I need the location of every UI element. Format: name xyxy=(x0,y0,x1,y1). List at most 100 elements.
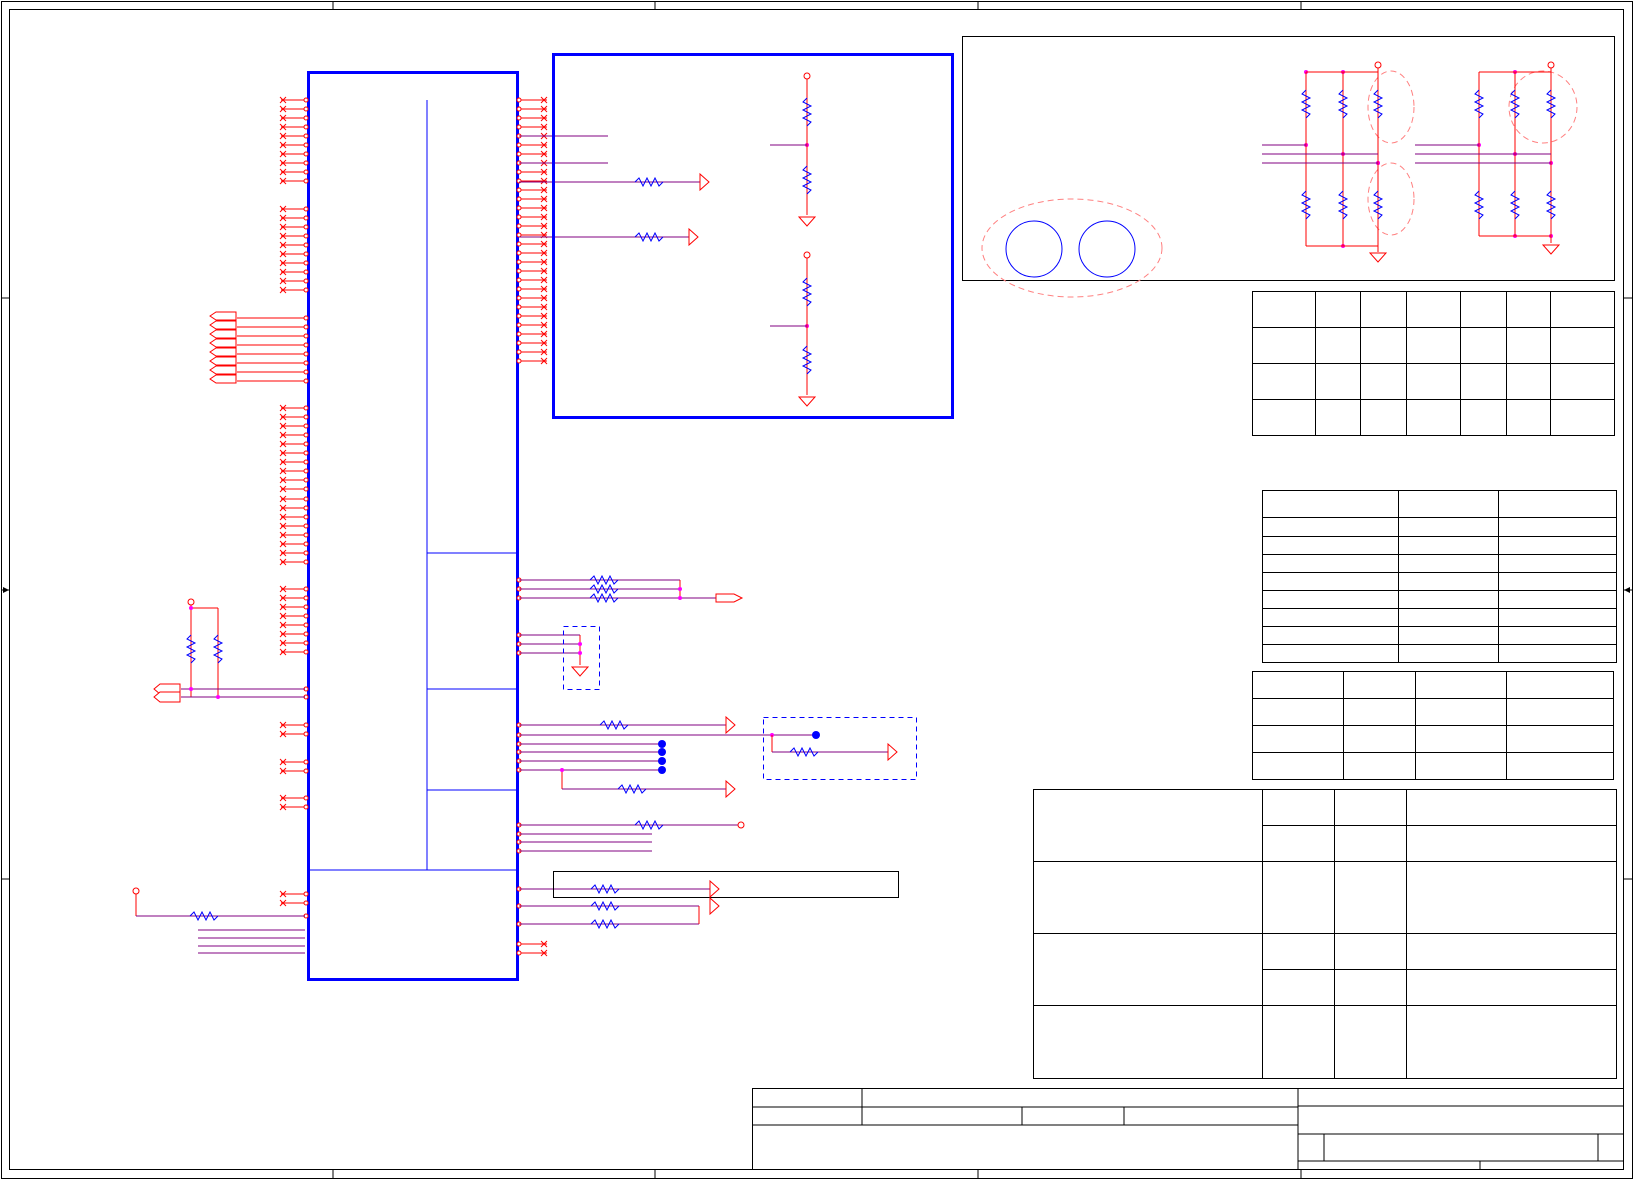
offpage-port-icon xyxy=(209,347,237,357)
ic-pin xyxy=(279,467,309,475)
divider-block xyxy=(552,53,954,419)
ground-icon xyxy=(1368,252,1388,263)
offpage-port-icon xyxy=(209,365,237,375)
ic-pin xyxy=(516,177,548,185)
ic-pin xyxy=(279,540,309,548)
ic-pin xyxy=(279,648,309,656)
power-pin-icon xyxy=(187,598,195,606)
net-junction xyxy=(560,768,564,772)
ic-pin xyxy=(279,286,309,294)
ic-left-pins xyxy=(181,96,309,919)
offpage-port-icon xyxy=(209,374,237,384)
power-pin-icon xyxy=(737,821,745,829)
net-junction xyxy=(678,596,682,600)
offpage-port-icon xyxy=(699,172,710,192)
ic-pin xyxy=(279,404,309,412)
ic-pin xyxy=(279,259,309,267)
offpage-port-icon xyxy=(209,329,237,339)
configuration-tables xyxy=(1033,291,1617,1079)
ic-pin xyxy=(516,150,548,158)
ic-pin xyxy=(279,449,309,457)
offpage-port-icon xyxy=(209,338,237,348)
ground-icon xyxy=(1541,244,1561,255)
ic-pin xyxy=(279,639,309,647)
annotation-box xyxy=(553,871,899,898)
table-grid xyxy=(1262,490,1617,663)
offpage-port-icon xyxy=(209,311,237,321)
top-right-block xyxy=(962,36,1615,298)
ic-pin xyxy=(279,721,309,729)
ic-pin xyxy=(516,294,548,302)
ic-pin xyxy=(516,285,548,293)
ic-pin xyxy=(279,485,309,493)
ic-pin xyxy=(279,132,309,140)
offpage-port-icon xyxy=(725,715,736,735)
offpage-port-icon xyxy=(153,691,181,703)
net-junction xyxy=(216,695,220,699)
schematic-sheet xyxy=(0,0,1634,1180)
ic-pin xyxy=(516,186,548,194)
ic-pin xyxy=(279,549,309,557)
resistors xyxy=(185,89,1557,930)
ic-pin xyxy=(279,612,309,620)
ic-pin xyxy=(516,321,548,329)
ic-pin xyxy=(516,339,548,347)
ic-pin xyxy=(516,258,548,266)
ic-pin xyxy=(237,369,309,375)
offpage-port-icon xyxy=(715,593,744,603)
power-pin-icon xyxy=(1374,61,1382,69)
ic-pin xyxy=(279,150,309,158)
ic-pin xyxy=(516,249,548,257)
test-point-icon xyxy=(658,766,666,774)
ic-pin xyxy=(279,803,309,811)
ground-icon xyxy=(797,396,817,407)
main-ic-block xyxy=(307,71,519,981)
ic-pin xyxy=(279,476,309,484)
ic-pin xyxy=(279,114,309,122)
ic-pin xyxy=(279,241,309,249)
ic-pin xyxy=(237,324,309,330)
offpage-port-icon xyxy=(709,896,720,916)
net-junction xyxy=(578,651,582,655)
ic-pin xyxy=(279,630,309,638)
net-junctions xyxy=(189,70,1553,772)
ic-pin xyxy=(279,141,309,149)
ic-pin xyxy=(279,558,309,566)
ic-pin xyxy=(279,495,309,503)
ic-pin xyxy=(279,413,309,421)
ic-pin xyxy=(516,267,548,275)
power-pin-icon xyxy=(132,887,140,895)
table-grid xyxy=(1033,789,1617,1079)
ic-pin xyxy=(279,458,309,466)
test-point-icon xyxy=(658,748,666,756)
offpage-port-icon xyxy=(688,227,699,247)
ic-pin xyxy=(237,351,309,357)
test-point-icon xyxy=(658,757,666,765)
ic-pin xyxy=(279,767,309,775)
ic-pin xyxy=(279,422,309,430)
net-junction xyxy=(678,587,682,591)
ic-pin xyxy=(279,431,309,439)
ic-pin xyxy=(516,222,548,230)
ic-pin xyxy=(516,96,548,104)
mounting-hole-icon xyxy=(1005,220,1063,278)
ic-pin xyxy=(279,730,309,738)
dashed-groups xyxy=(563,626,917,780)
ic-pin xyxy=(279,603,309,611)
test-point-icon xyxy=(812,731,820,739)
ic-pin xyxy=(279,205,309,213)
grounds xyxy=(570,216,1561,677)
ic-pin xyxy=(516,276,548,284)
mounting-hole-icon xyxy=(1078,220,1136,278)
ic-pin xyxy=(279,504,309,512)
right-signal-nets xyxy=(519,135,816,925)
ic-pin xyxy=(516,330,548,338)
offpage-port-icon xyxy=(209,356,237,366)
net-junction xyxy=(578,642,582,646)
table-grid xyxy=(1252,291,1615,436)
offpage-port-icon xyxy=(725,779,736,799)
ic-pin xyxy=(279,522,309,530)
ic-pin xyxy=(237,315,309,321)
ic-pin xyxy=(516,949,548,957)
title-block xyxy=(752,1088,1624,1170)
